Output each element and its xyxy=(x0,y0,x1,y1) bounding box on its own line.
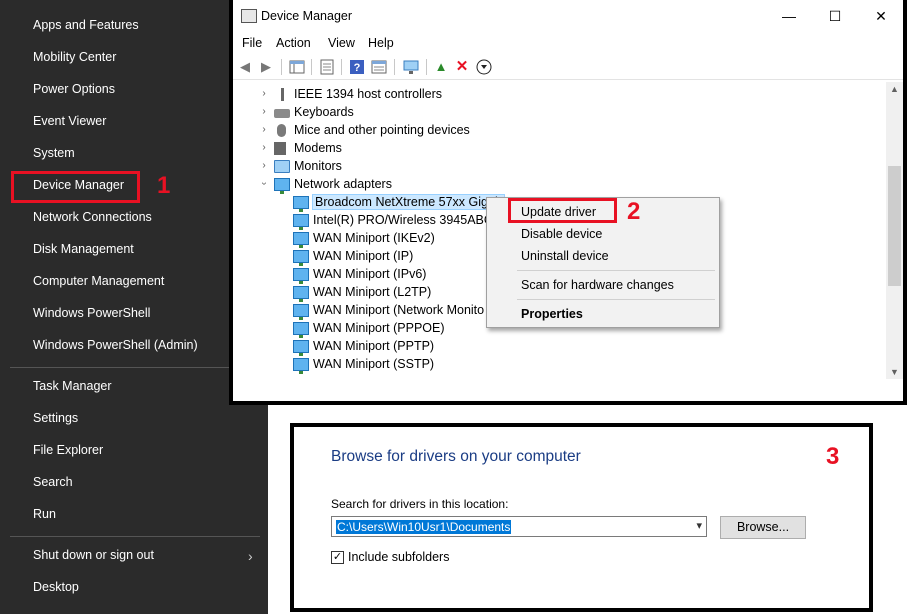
keyboard-icon xyxy=(274,109,290,118)
mouse-icon xyxy=(277,124,286,137)
menu-item-windows-powershell[interactable]: Windows PowerShell xyxy=(33,306,150,320)
expand-chevron-icon[interactable]: › xyxy=(258,142,270,153)
context-uninstall-device[interactable]: Uninstall device xyxy=(521,249,609,263)
disable-device-icon[interactable] xyxy=(476,59,492,75)
menu-item-run[interactable]: Run xyxy=(33,507,56,521)
toolbar-separator xyxy=(311,59,312,75)
uninstall-icon[interactable]: ✕ xyxy=(454,59,470,75)
maximize-button[interactable]: ☐ xyxy=(813,4,857,28)
minimize-button[interactable]: — xyxy=(767,4,811,28)
step-number-3: 3 xyxy=(826,443,840,470)
menu-item-disk-management[interactable]: Disk Management xyxy=(33,242,134,256)
menu-view[interactable]: View xyxy=(328,36,355,50)
help-icon[interactable]: ? xyxy=(349,59,365,75)
network-adapter-icon xyxy=(293,340,309,356)
expand-chevron-icon[interactable]: › xyxy=(258,160,270,171)
menu-item-mobility-center[interactable]: Mobility Center xyxy=(33,50,116,64)
toolbar-separator xyxy=(281,59,282,75)
menu-item-system[interactable]: System xyxy=(33,146,75,160)
expand-chevron-icon[interactable]: › xyxy=(258,88,270,99)
highlight-box-update-driver xyxy=(508,198,617,223)
network-adapter-icon xyxy=(293,196,309,212)
menu-item-shut-down[interactable]: Shut down or sign out xyxy=(33,548,154,562)
menu-separator xyxy=(517,270,715,271)
menu-help[interactable]: Help xyxy=(368,36,394,50)
update-driver-icon[interactable]: ▲ xyxy=(433,59,449,75)
chevron-down-icon[interactable]: ▾ xyxy=(696,519,702,532)
menu-separator xyxy=(10,367,260,368)
toolbar-separator xyxy=(426,59,427,75)
context-properties[interactable]: Properties xyxy=(521,307,583,321)
menu-item-network-connections[interactable]: Network Connections xyxy=(33,210,152,224)
forward-arrow-icon[interactable]: ▶ xyxy=(258,59,274,75)
include-subfolders-checkbox[interactable]: ✓ xyxy=(331,551,344,564)
highlight-box-device-manager xyxy=(11,171,140,203)
expand-chevron-icon[interactable]: › xyxy=(258,124,270,135)
network-adapter-icon xyxy=(293,268,309,284)
search-location-label: Search for drivers in this location: xyxy=(331,497,509,511)
chevron-right-icon: › xyxy=(248,548,253,564)
title-bar: Device Manager — ☐ ✕ xyxy=(233,0,903,32)
console-tree-icon[interactable] xyxy=(289,59,305,75)
include-subfolders-label[interactable]: Include subfolders xyxy=(348,550,449,564)
menu-item-task-manager[interactable]: Task Manager xyxy=(33,379,112,393)
menu-item-windows-powershell-admin[interactable]: Windows PowerShell (Admin) xyxy=(33,338,198,352)
window-title: Device Manager xyxy=(261,9,353,23)
network-adapter-icon xyxy=(293,322,309,338)
menu-bar: File Action View Help xyxy=(233,33,903,53)
driver-path-combobox[interactable]: C:\Users\Win10Usr1\Documents ▾ xyxy=(331,516,707,537)
scan-hardware-icon[interactable] xyxy=(403,59,419,75)
network-adapter-icon xyxy=(293,304,309,320)
expand-chevron-icon[interactable]: › xyxy=(258,106,270,117)
menu-item-computer-management[interactable]: Computer Management xyxy=(33,274,164,288)
properties-icon[interactable] xyxy=(319,59,335,75)
network-adapter-icon xyxy=(293,214,309,230)
browse-drivers-dialog: Browse for drivers on your computer Sear… xyxy=(290,423,873,612)
step-number-1: 1 xyxy=(157,172,171,199)
network-adapter-icon xyxy=(293,250,309,266)
network-adapter-icon xyxy=(293,286,309,302)
menu-item-event-viewer[interactable]: Event Viewer xyxy=(33,114,106,128)
menu-item-desktop[interactable]: Desktop xyxy=(33,580,79,594)
context-scan-hardware[interactable]: Scan for hardware changes xyxy=(521,278,674,292)
network-adapter-icon xyxy=(274,178,290,194)
network-adapter-icon xyxy=(293,232,309,248)
scroll-down-arrow-icon[interactable]: ▼ xyxy=(886,367,903,377)
toolbar-separator xyxy=(341,59,342,75)
menu-item-search[interactable]: Search xyxy=(33,475,73,489)
menu-item-file-explorer[interactable]: File Explorer xyxy=(33,443,103,457)
back-arrow-icon[interactable]: ◀ xyxy=(237,59,253,75)
close-button[interactable]: ✕ xyxy=(859,4,903,28)
usb-controller-icon xyxy=(274,88,290,101)
menu-separator xyxy=(10,536,260,537)
context-disable-device[interactable]: Disable device xyxy=(521,227,602,241)
svg-text:?: ? xyxy=(354,62,361,74)
menu-file[interactable]: File xyxy=(242,36,262,50)
device-manager-icon xyxy=(241,9,257,23)
dialog-heading: Browse for drivers on your computer xyxy=(331,448,581,465)
menu-action[interactable]: Action xyxy=(276,36,311,50)
collapse-chevron-icon[interactable]: › xyxy=(259,178,270,190)
menu-separator xyxy=(517,299,715,300)
menu-item-apps-and-features[interactable]: Apps and Features xyxy=(33,18,139,32)
scrollbar-thumb[interactable] xyxy=(888,166,901,286)
toolbar: ◀ ▶ ? ▲ ✕ xyxy=(233,55,903,80)
winx-menu: Apps and Features Mobility Center Power … xyxy=(0,0,268,614)
view-icon[interactable] xyxy=(371,59,387,75)
monitor-icon xyxy=(274,160,290,173)
toolbar-separator xyxy=(394,59,395,75)
scroll-up-arrow-icon[interactable]: ▲ xyxy=(886,84,903,94)
menu-item-settings[interactable]: Settings xyxy=(33,411,78,425)
network-adapter-icon xyxy=(293,358,309,374)
step-number-2: 2 xyxy=(627,198,641,225)
menu-item-power-options[interactable]: Power Options xyxy=(33,82,115,96)
browse-button[interactable]: Browse... xyxy=(720,516,806,539)
vertical-scrollbar[interactable]: ▲ ▼ xyxy=(886,82,903,379)
modem-icon xyxy=(274,142,286,155)
driver-path-value[interactable]: C:\Users\Win10Usr1\Documents xyxy=(336,520,512,534)
